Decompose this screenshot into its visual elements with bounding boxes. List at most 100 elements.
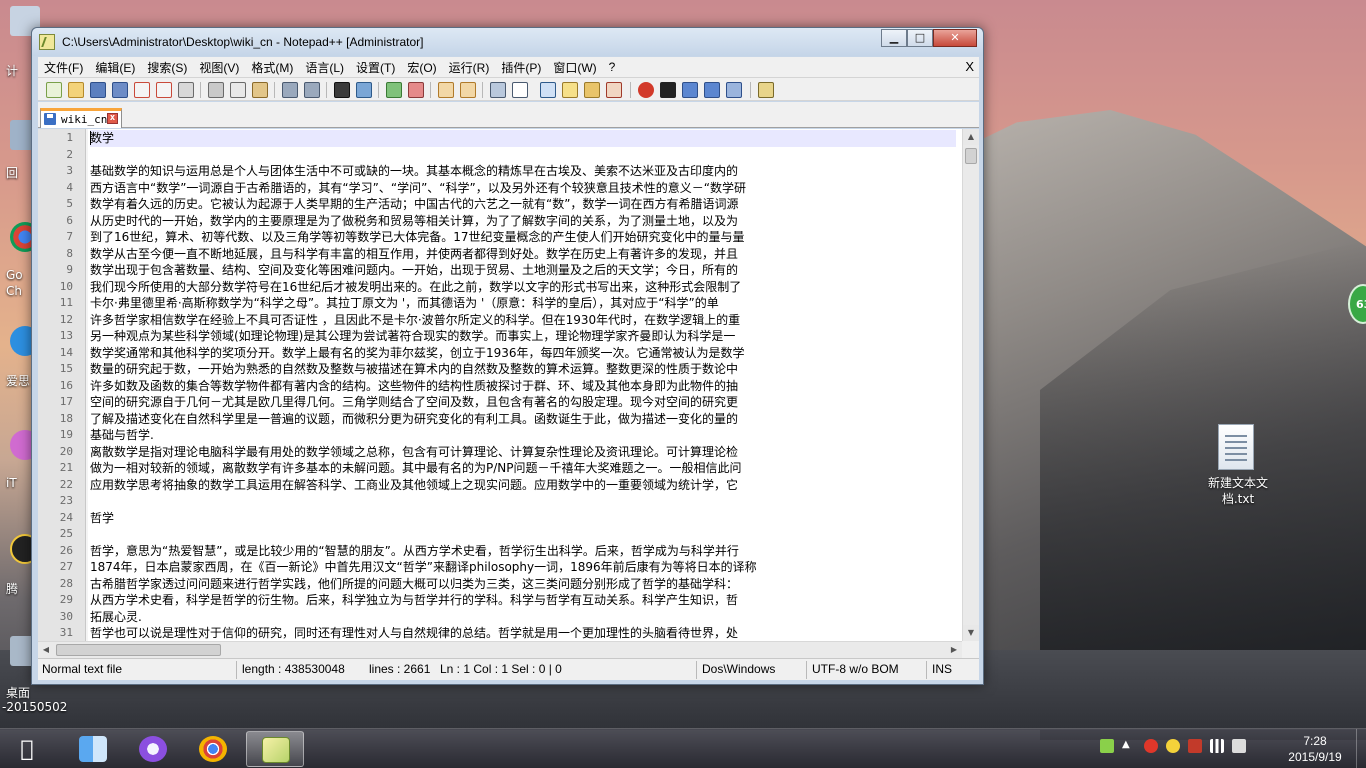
finder-taskbar-button[interactable] <box>64 731 122 767</box>
open-file-icon[interactable] <box>68 82 84 98</box>
menu-settings[interactable]: 设置(T) <box>350 59 401 76</box>
function-list-icon[interactable] <box>606 82 622 98</box>
scroll-down-icon[interactable]: ▼ <box>963 625 979 641</box>
code-line[interactable]: 基础与哲学. <box>90 427 956 444</box>
plugin-icon[interactable] <box>758 82 774 98</box>
code-line[interactable]: 了解及描述变化在自然科学里是一普遍的议题，而微积分更为研究变化的有利工具。函数诞… <box>90 411 956 428</box>
code-line[interactable]: 基础数学的知识与运用总是个人与团体生活中不可或缺的一块。其基本概念的精炼早在古埃… <box>90 163 956 180</box>
replace-icon[interactable] <box>356 82 372 98</box>
code-line[interactable]: 卡尔·弗里德里希·高斯称数学为“科学之母”。其拉丁原文为 '，而其德语为 '（原… <box>90 295 956 312</box>
code-line[interactable]: 1874年，日本启蒙家西周，在《百一新论》中首先用汉文“哲学”来翻译philos… <box>90 559 956 576</box>
code-line[interactable]: 哲学也可以说是理性对于信仰的研究，同时还有理性对人与自然规律的总结。哲学就是用一… <box>90 625 956 642</box>
text-file-label[interactable]: 新建文本文档.txt <box>1198 475 1278 507</box>
tray-expand-icon[interactable]: ▲ <box>1122 739 1136 753</box>
menu-macro[interactable]: 宏(O) <box>401 59 442 76</box>
stop-macro-icon[interactable] <box>660 82 676 98</box>
save-all-icon[interactable] <box>112 82 128 98</box>
code-line[interactable] <box>90 493 956 510</box>
notepadpp-taskbar-button[interactable] <box>246 731 304 767</box>
code-line[interactable]: 到了16世纪，算术、初等代数、以及三角学等初等数学已大体完备。17世纪变量概念的… <box>90 229 956 246</box>
code-line[interactable]: 应用数学思考将抽象的数学工具运用在解答科学、工商业及其他领域上之现实问题。应用数… <box>90 477 956 494</box>
menu-run[interactable]: 运行(R) <box>443 59 496 76</box>
horizontal-scroll-thumb[interactable] <box>56 644 221 656</box>
code-line[interactable]: 拓展心灵. <box>90 609 956 626</box>
code-line[interactable] <box>90 147 956 164</box>
taskbar-clock[interactable]: 7:28 2015/9/19 <box>1280 733 1350 765</box>
new-file-icon[interactable] <box>46 82 62 98</box>
close-document-button[interactable]: X <box>965 59 974 74</box>
code-line[interactable]: 数学从古至今便一直不断地延展，且与科学有丰富的相互作用，并使两者都得到好处。数学… <box>90 246 956 263</box>
menu-window[interactable]: 窗口(W) <box>547 59 602 76</box>
close-all-icon[interactable] <box>156 82 172 98</box>
paste-icon[interactable] <box>252 82 268 98</box>
tab-close-icon[interactable]: x <box>107 113 118 124</box>
record-macro-icon[interactable] <box>638 82 654 98</box>
scroll-left-icon[interactable]: ◀ <box>38 642 54 658</box>
sync-vertical-icon[interactable] <box>438 82 454 98</box>
menu-edit[interactable]: 编辑(E) <box>89 59 141 76</box>
code-line[interactable]: 数学 <box>90 130 956 147</box>
zoom-out-icon[interactable] <box>408 82 424 98</box>
code-line[interactable]: 数学有着久远的历史。它被认为起源于人类早期的生产活动；中国古代的六艺之一就有“数… <box>90 196 956 213</box>
text-file-icon[interactable] <box>1218 424 1254 470</box>
undo-icon[interactable] <box>282 82 298 98</box>
menu-view[interactable]: 视图(V) <box>193 59 245 76</box>
indent-guide-icon[interactable] <box>540 82 556 98</box>
play-macro-icon[interactable] <box>682 82 698 98</box>
code-line[interactable]: 离散数学是指对理论电脑科学最有用处的数学领域之总称，包含有可计算理论、计算复杂性… <box>90 444 956 461</box>
qq-browser-taskbar-button[interactable] <box>124 731 182 767</box>
maximize-button[interactable]: □ <box>907 29 933 47</box>
code-line[interactable]: 哲学 <box>90 510 956 527</box>
sync-horizontal-icon[interactable] <box>460 82 476 98</box>
menu-plugins[interactable]: 插件(P) <box>495 59 547 76</box>
show-desktop-button[interactable] <box>1356 729 1366 768</box>
scroll-up-icon[interactable]: ▲ <box>963 129 979 145</box>
horizontal-scrollbar[interactable]: ◀ ▶ <box>38 641 962 658</box>
code-line[interactable]: 数量的研究起于数，一开始为熟悉的自然数及整数与被描述在算术内的自然数及整数的算术… <box>90 361 956 378</box>
menu-file[interactable]: 文件(F) <box>38 59 89 76</box>
redo-icon[interactable] <box>304 82 320 98</box>
security-tray-icon[interactable] <box>1166 739 1180 753</box>
signal-icon[interactable] <box>1210 739 1224 753</box>
code-line[interactable]: 许多如数及函数的集合等数学物件都有著内含的结构。这些物件的结构性质被探讨于群、环… <box>90 378 956 395</box>
code-line[interactable]: 数学奖通常和其他科学的奖项分开。数学上最有名的奖为菲尔兹奖，创立于1936年，每… <box>90 345 956 362</box>
code-line[interactable]: 西方语言中“数学”一词源自于古希腊语的，其有“学习”、“学问”、“科学”，以及另… <box>90 180 956 197</box>
scroll-right-icon[interactable]: ▶ <box>946 642 962 658</box>
menu-format[interactable]: 格式(M) <box>245 59 299 76</box>
code-line[interactable]: 哲学，意思为“热爱智慧”，或是比较少用的“智慧的朋友”。从西方学术史看，哲学衍生… <box>90 543 956 560</box>
vertical-scrollbar[interactable]: ▲ ▼ <box>962 129 979 641</box>
menu-search[interactable]: 搜索(S) <box>141 59 193 76</box>
qq-tray-icon[interactable] <box>1144 739 1158 753</box>
chrome-taskbar-button[interactable] <box>184 731 242 767</box>
zoom-in-icon[interactable] <box>386 82 402 98</box>
save-macro-icon[interactable] <box>726 82 742 98</box>
find-icon[interactable] <box>334 82 350 98</box>
code-line[interactable]: 古希腊哲学家透过问问题来进行哲学实践，他们所提的问题大概可以归类为三类，这三类问… <box>90 576 956 593</box>
minimize-button[interactable]: ▁ <box>881 29 907 47</box>
app-tray-icon[interactable] <box>1188 739 1202 753</box>
close-button[interactable]: ✕ <box>933 29 977 47</box>
word-wrap-icon[interactable] <box>490 82 506 98</box>
show-all-chars-icon[interactable] <box>512 82 528 98</box>
editor-area[interactable]: 1 2 3 4 5 6 7 8 9 10 11 12 13 14 15 16 17 18 19 20 21 22 23 24 2… <box>38 129 979 658</box>
code-line[interactable] <box>90 526 956 543</box>
code-line[interactable]: 从历史时代的一开始，数学内的主要原理是为了做税务和贸易等相关计算，为了了解数字间… <box>90 213 956 230</box>
menu-help[interactable]: ? <box>603 60 622 74</box>
code-line[interactable]: 从西方学术史看，科学是哲学的衍生物。后来，科学独立为与哲学并行的学科。科学与哲学… <box>90 592 956 609</box>
code-line[interactable]: 另一种观点为某些科学领域(如理论物理)是其公理为尝试著符合现实的数学。而事实上，… <box>90 328 956 345</box>
play-macro-multiple-icon[interactable] <box>704 82 720 98</box>
volume-icon[interactable] <box>1232 739 1246 753</box>
apple-start-icon[interactable]:  <box>14 737 40 763</box>
udl-icon[interactable] <box>562 82 578 98</box>
cut-icon[interactable] <box>208 82 224 98</box>
doc-map-icon[interactable] <box>584 82 600 98</box>
code-line[interactable]: 数学出现于包含著数量、结构、空间及变化等困难问题内。一开始，出现于贸易、土地测量… <box>90 262 956 279</box>
code-line[interactable]: 许多哲学家相信数学在经验上不具可否证性 ，且因此不是卡尔·波普尔所定义的科学。但… <box>90 312 956 329</box>
title-bar[interactable]: C:\Users\Administrator\Desktop\wiki_cn -… <box>32 28 983 56</box>
code-line[interactable]: 我们现今所使用的大部分数学符号在16世纪后才被发明出来的。在此之前，数学以文字的… <box>90 279 956 296</box>
tab-wiki-cn[interactable]: wiki_cn x <box>40 108 122 128</box>
battery-icon[interactable] <box>1100 739 1114 753</box>
menu-language[interactable]: 语言(L) <box>299 59 350 76</box>
code-line[interactable]: 空间的研究源自于几何－尤其是欧几里得几何。三角学则结合了空间及数，且包含有著名的… <box>90 394 956 411</box>
print-icon[interactable] <box>178 82 194 98</box>
